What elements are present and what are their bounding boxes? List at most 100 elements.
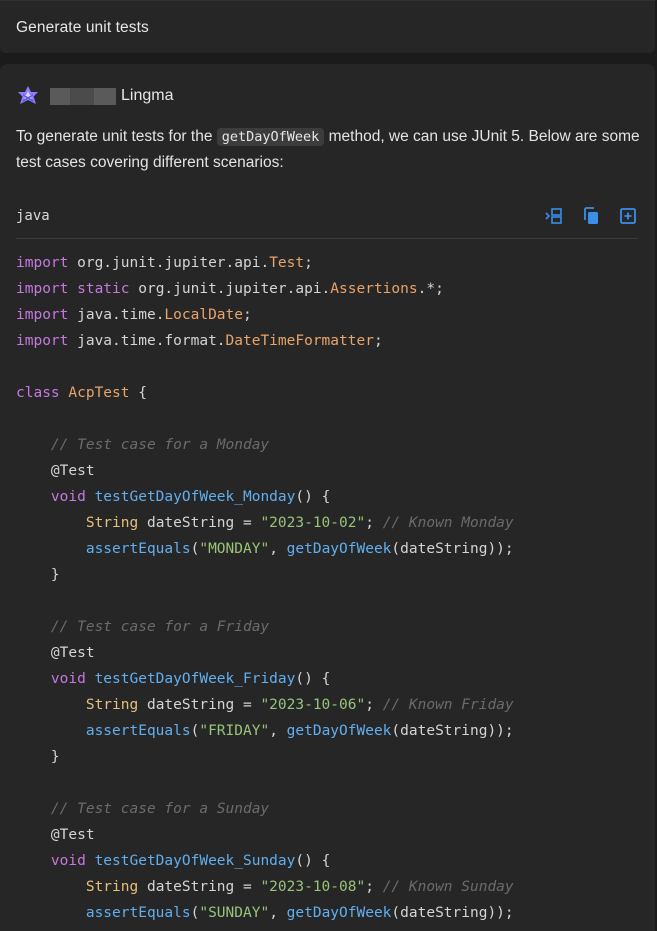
code-line: String dateString = "2023-10-02"; // Kno… [16,510,642,536]
lingma-logo-icon [18,86,38,104]
code-line: @Test [16,458,642,484]
code-line: void testGetDayOfWeek_Friday() { [16,666,642,692]
code-token: (dateString)); [391,905,514,921]
code-actions [544,206,638,226]
code-token: // Test case for a Sunday [50,801,270,817]
code-token: () { [295,489,331,505]
code-line: void testGetDayOfWeek_Sunday() { [16,848,642,874]
code-token: LocalDate [164,307,243,323]
code-line: String dateString = "2023-10-06"; // Kno… [16,692,642,718]
code-token: getDayOfWeek [286,723,392,739]
code-line: // Test case for a Sunday [16,796,642,822]
code-token: { [129,385,147,401]
code-line: void testGetDayOfWeek_Monday() { [16,484,642,510]
code-token: void [50,489,86,505]
code-token: // Known Sunday [382,879,514,895]
code-token: String [85,515,139,531]
redacted-name-block [50,87,116,105]
code-token: ; [365,515,383,531]
code-token: String [85,879,139,895]
code-token: getDayOfWeek [286,905,392,921]
code-token: "2023-10-06" [260,697,366,713]
code-line: import static org.junit.jupiter.api.Asse… [16,276,642,302]
code-token: getDayOfWeek [286,541,392,557]
code-token: java.time.format. [68,333,226,349]
code-token: "2023-10-08" [260,879,366,895]
code-token: "MONDAY" [199,541,270,557]
assistant-message: Lingma To generate unit tests for the ge… [0,64,655,931]
code-token: // Known Monday [382,515,514,531]
code-token: // Test case for a Friday [50,619,270,635]
code-line: } [16,744,642,770]
intro-before: To generate unit tests for the [16,128,217,145]
code-token: (dateString)); [391,723,514,739]
code-line: } [16,562,642,588]
code-line: class AcpTest { [16,380,642,406]
code-token: import [16,307,69,323]
code-token: "FRIDAY" [199,723,270,739]
code-token: java.time. [68,307,165,323]
code-token: Test [269,255,305,271]
code-line: // Test case for a Monday [16,432,642,458]
code-token: "2023-10-02" [260,515,366,531]
inline-code-method: getDayOfWeek [216,128,325,146]
code-token: ; [373,333,383,349]
code-language-label: java [16,208,50,224]
code-block: import org.junit.jupiter.api.Test; import… [16,250,642,926]
code-token: class [16,385,60,401]
code-token: org.junit.jupiter.api. [129,281,331,297]
code-token: assertEquals [85,905,191,921]
code-token: dateString = [138,697,261,713]
new-file-icon[interactable] [618,206,638,226]
code-token: ; [304,255,313,271]
code-token: import [16,255,69,271]
code-token: // Known Friday [382,697,514,713]
copy-icon[interactable] [581,206,601,226]
code-line: assertEquals("SUNDAY", getDayOfWeek(date… [16,900,642,926]
code-token: ; [243,307,252,323]
code-token: (dateString)); [391,541,514,557]
code-token: import static [16,281,130,297]
code-token: () { [295,671,331,687]
assistant-name: Lingma [121,87,174,104]
code-token: @Test [50,827,95,843]
code-token: () { [295,853,331,869]
code-token: @Test [50,463,95,479]
insert-icon[interactable] [544,206,564,226]
code-token: assertEquals [85,541,191,557]
code-token: testGetDayOfWeek_Sunday [94,853,296,869]
code-line: assertEquals("MONDAY", getDayOfWeek(date… [16,536,642,562]
code-token: DateTimeFormatter [225,333,374,349]
code-token: // Test case for a Monday [50,437,270,453]
code-token: dateString = [138,879,261,895]
code-token: String [85,697,139,713]
code-token: void [50,671,86,687]
code-line: assertEquals("FRIDAY", getDayOfWeek(date… [16,718,642,744]
code-token: testGetDayOfWeek_Friday [94,671,296,687]
user-message: Generate unit tests [0,0,655,53]
assistant-header: Lingma [16,84,173,108]
chat-panel: Generate unit tests Lingma To generate u… [0,0,657,931]
code-token: .*; [417,281,444,297]
code-line: import java.time.LocalDate; [16,302,642,328]
user-message-text: Generate unit tests [16,19,149,36]
code-block-header: java [16,202,638,239]
code-token: dateString = [138,515,261,531]
